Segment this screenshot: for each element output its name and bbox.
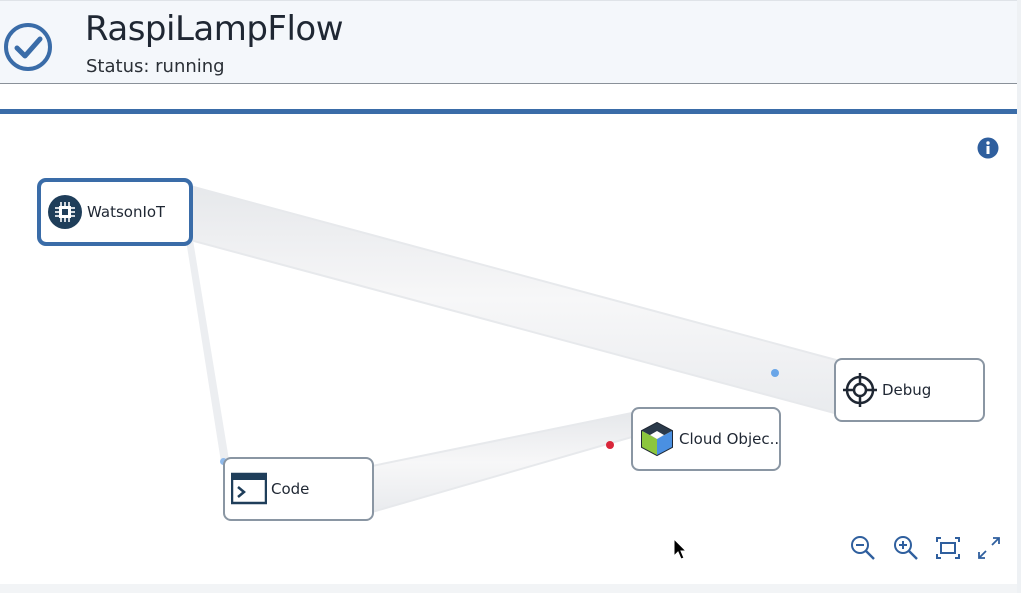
node-code[interactable]: Code bbox=[223, 457, 374, 521]
canvas-footer bbox=[0, 584, 1021, 593]
edge-code-cloud[interactable] bbox=[371, 411, 633, 514]
fullscreen-icon[interactable] bbox=[976, 535, 1002, 561]
mouse-cursor-icon bbox=[673, 538, 687, 560]
port-cloud-error[interactable] bbox=[606, 441, 614, 449]
node-label: Debug bbox=[882, 381, 932, 399]
node-label: Code bbox=[271, 480, 310, 498]
node-cloud-object-storage[interactable]: Cloud Objec... bbox=[631, 407, 781, 471]
zoom-out-icon[interactable] bbox=[850, 535, 876, 561]
crosshair-icon bbox=[843, 373, 877, 407]
info-icon[interactable] bbox=[977, 137, 999, 159]
terminal-icon bbox=[231, 472, 267, 505]
port-debug-input[interactable] bbox=[771, 369, 779, 377]
node-label: WatsonIoT bbox=[87, 203, 166, 221]
flow-edges bbox=[186, 184, 842, 514]
node-watsoniot[interactable]: WatsonIoT bbox=[37, 178, 193, 246]
scrollbar-track[interactable] bbox=[1017, 0, 1021, 593]
zoom-in-icon[interactable] bbox=[893, 535, 919, 561]
fit-to-screen-icon[interactable] bbox=[935, 535, 961, 561]
edge-watsoniot-code[interactable] bbox=[186, 240, 229, 462]
node-label: Cloud Objec... bbox=[679, 430, 779, 448]
cube-icon bbox=[641, 421, 673, 457]
edge-watsoniot-debug[interactable] bbox=[189, 184, 842, 416]
chip-icon bbox=[48, 195, 82, 229]
node-debug[interactable]: Debug bbox=[834, 358, 985, 422]
